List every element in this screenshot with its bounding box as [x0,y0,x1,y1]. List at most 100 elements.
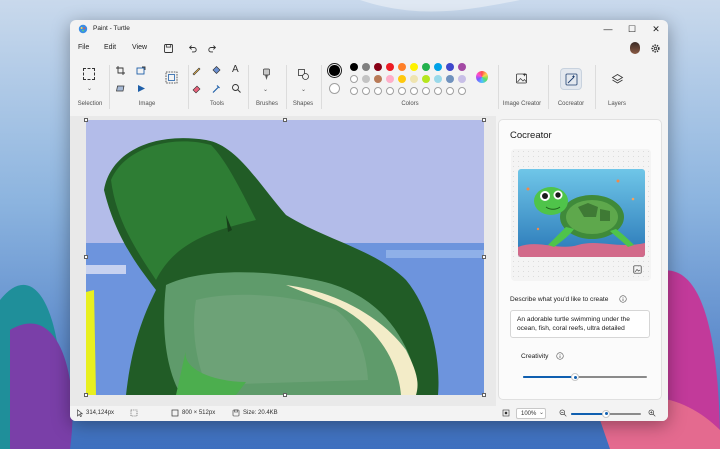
empty-color-swatch[interactable] [410,87,418,95]
empty-color-swatch[interactable] [398,87,406,95]
layers-icon[interactable] [611,73,624,86]
color-swatch[interactable] [386,75,394,83]
color-swatch[interactable] [362,63,370,71]
zoom-out-icon[interactable] [559,409,567,417]
color-picker-icon[interactable] [211,83,222,94]
resize-handle[interactable] [84,393,88,397]
resize-handle[interactable] [84,255,88,259]
maximize-button[interactable]: ☐ [620,22,644,36]
image-creator-icon[interactable] [515,72,528,85]
generated-image-card [511,149,651,281]
resize-handle[interactable] [283,393,287,397]
resize-handle[interactable] [482,393,486,397]
pencil-icon[interactable] [191,65,202,76]
color-swatch[interactable] [458,75,466,83]
selection-size-icon [130,409,138,417]
color-swatch[interactable] [410,63,418,71]
color-swatch[interactable] [410,75,418,83]
primary-color-swatch[interactable] [327,63,342,78]
skew-icon[interactable] [115,83,126,94]
menu-view[interactable]: View [132,44,147,51]
group-label-shapes: Shapes [292,101,314,107]
chevron-down-icon: ⌄ [87,86,93,92]
color-swatch[interactable] [398,75,406,83]
empty-color-swatch[interactable] [422,87,430,95]
brush-icon[interactable] [260,68,273,81]
fit-to-window-icon[interactable] [502,409,510,417]
window-title: Paint - Turtle [93,25,130,32]
resize-icon[interactable] [136,65,147,76]
resize-handle[interactable] [84,118,88,122]
color-swatch[interactable] [422,75,430,83]
drawing-canvas[interactable] [86,120,484,395]
menu-file[interactable]: File [78,44,89,51]
ribbon-divider [595,65,596,109]
color-swatch[interactable] [446,75,454,83]
cocreator-button[interactable] [560,68,582,90]
secondary-color-swatch[interactable] [329,83,340,94]
group-label-brushes: Brushes [255,101,278,107]
close-button[interactable]: ✕ [644,22,668,36]
empty-color-swatch[interactable] [434,87,442,95]
undo-icon[interactable] [187,43,198,54]
selection-tool-button[interactable]: ⌄ [78,65,102,97]
resize-handle[interactable] [482,118,486,122]
magnifier-icon[interactable] [231,83,242,94]
save-icon[interactable] [163,43,174,54]
empty-color-swatch[interactable] [446,87,454,95]
user-avatar[interactable] [630,42,640,54]
eraser-icon[interactable] [191,83,202,94]
minimize-button[interactable]: — [596,22,620,36]
cursor-position-icon [77,409,84,417]
empty-color-swatch[interactable] [386,87,394,95]
color-swatch[interactable] [350,75,358,83]
canvas-workspace [70,116,496,406]
resize-handle[interactable] [283,118,287,122]
text-tool-icon[interactable]: A [232,64,239,75]
settings-gear-icon[interactable] [650,43,661,54]
slider-thumb[interactable] [602,409,610,418]
empty-color-swatch[interactable] [374,87,382,95]
crop-icon[interactable] [115,65,126,76]
redo-icon[interactable] [207,43,218,54]
info-icon[interactable] [619,295,627,303]
shapes-icon[interactable] [297,68,310,81]
color-swatch[interactable] [434,63,442,71]
color-swatch[interactable] [434,75,442,83]
color-swatch[interactable] [458,63,466,71]
edit-colors-icon[interactable] [476,71,488,83]
fill-bucket-icon[interactable] [211,65,222,76]
menu-bar: File Edit View [70,38,668,59]
slider-thumb[interactable] [571,373,580,381]
empty-color-swatch[interactable] [362,87,370,95]
rotate-icon[interactable] [136,83,147,94]
cocreator-panel: Cocreator Describe what you'd like to cr… [498,119,662,400]
image-select-icon[interactable] [165,71,178,84]
color-swatch[interactable] [446,63,454,71]
canvas-size-icon [171,409,179,417]
prompt-input[interactable]: An adorable turtle swimming under the oc… [510,310,650,338]
color-swatch[interactable] [350,63,358,71]
ribbon-divider [321,65,322,109]
zoom-in-icon[interactable] [648,409,656,417]
menu-edit[interactable]: Edit [104,44,116,51]
empty-color-swatch[interactable] [350,87,358,95]
color-swatch[interactable] [398,63,406,71]
cursor-position-text: 314,124px [86,410,115,416]
group-label-image-creator: Image Creator [502,101,542,107]
color-swatch[interactable] [374,63,382,71]
info-icon[interactable] [556,352,564,360]
generated-image-preview[interactable] [518,169,645,257]
group-label-selection: Selection [77,101,103,107]
resize-handle[interactable] [482,255,486,259]
zoom-slider[interactable] [571,409,641,418]
creativity-slider[interactable] [523,372,647,382]
color-swatch[interactable] [362,75,370,83]
zoom-value: 100% [521,411,537,417]
add-to-canvas-icon[interactable] [633,265,642,274]
color-swatch[interactable] [422,63,430,71]
color-swatch[interactable] [374,75,382,83]
zoom-select[interactable]: 100% ⌄ [516,408,546,419]
color-swatch[interactable] [386,63,394,71]
empty-color-swatch[interactable] [458,87,466,95]
